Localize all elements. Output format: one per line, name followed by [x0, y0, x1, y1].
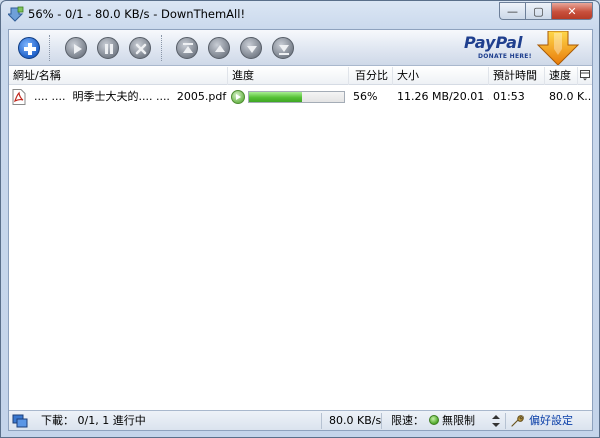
size-cell: 11.26 MB/20.01 ...	[397, 90, 489, 103]
percent-cell: 56%	[353, 90, 378, 103]
cancel-button[interactable]	[129, 37, 151, 59]
network-icon	[12, 414, 28, 428]
paypal-donate-button[interactable]: PayPal DONATE HERE!	[456, 31, 584, 65]
speed-status: 80.0 KB/s	[329, 414, 382, 427]
progress-bar	[248, 91, 345, 103]
plus-icon	[24, 43, 36, 55]
limit-status-icon	[429, 415, 439, 425]
maximize-button[interactable]: ▢	[525, 2, 551, 20]
add-download-button[interactable]	[18, 37, 40, 59]
speed-cell: 80.0 K...	[549, 90, 591, 103]
column-percent[interactable]: 百分比	[349, 67, 393, 85]
move-bottom-button[interactable]	[272, 37, 294, 59]
column-progress[interactable]: 進度	[228, 67, 349, 85]
resume-button[interactable]	[65, 37, 87, 59]
main-panel: PayPal DONATE HERE! 網址/名稱 進度 百分比 大小 預計時間…	[8, 29, 593, 431]
move-down-icon	[247, 46, 257, 53]
paypal-donate-label: DONATE HERE!	[478, 53, 532, 60]
file-name: .... .... 明季士大夫的.... .... 2005.pdf	[34, 90, 227, 103]
close-button[interactable]: ✕	[551, 2, 593, 20]
title-bar[interactable]: 56% - 0/1 - 80.0 KB/s - DownThemAll! — ▢…	[1, 1, 599, 29]
column-eta[interactable]: 預計時間	[489, 67, 545, 85]
limit-control[interactable]: 無限制	[429, 411, 475, 431]
move-top-button[interactable]	[176, 37, 198, 59]
toolbar-separator	[49, 35, 50, 61]
toolbar-separator	[161, 35, 162, 61]
donate-arrow-icon	[536, 31, 580, 65]
toolbar: PayPal DONATE HERE!	[9, 30, 592, 66]
progress-cell	[231, 88, 349, 106]
eta-cell: 01:53	[493, 90, 525, 103]
downloads-status: 下載： 0/1, 1 進行中	[41, 414, 146, 427]
table-row[interactable]: .... .... 明季士大夫的.... .... 2005.pdf 56% 1…	[9, 88, 592, 106]
move-up-icon	[215, 45, 225, 52]
column-name[interactable]: 網址/名稱	[9, 67, 228, 85]
column-speed[interactable]: 速度	[545, 67, 578, 85]
limit-value: 無限制	[442, 414, 475, 427]
status-separator	[505, 413, 506, 429]
x-icon	[135, 43, 147, 55]
limit-stepper[interactable]	[491, 413, 501, 429]
wrench-icon	[511, 415, 524, 427]
limit-label: 限速：	[391, 414, 424, 427]
window-title: 56% - 0/1 - 80.0 KB/s - DownThemAll!	[28, 7, 246, 21]
play-icon	[74, 44, 82, 54]
pause-icon	[105, 44, 113, 54]
downloading-status-icon	[231, 90, 245, 104]
move-bottom-icon	[279, 45, 289, 55]
move-up-button[interactable]	[208, 37, 230, 59]
table-header: 網址/名稱 進度 百分比 大小 預計時間 速度	[9, 67, 592, 85]
pause-button[interactable]	[97, 37, 119, 59]
move-down-button[interactable]	[240, 37, 262, 59]
status-bar: 下載： 0/1, 1 進行中 80.0 KB/s 限速： 無限制 偏好設定	[9, 410, 592, 430]
app-window: 56% - 0/1 - 80.0 KB/s - DownThemAll! — ▢…	[0, 0, 600, 438]
name-cell: .... .... 明季士大夫的.... .... 2005.pdf	[9, 88, 228, 106]
minimize-button[interactable]: —	[499, 2, 525, 20]
move-top-icon	[183, 43, 193, 53]
status-separator	[321, 413, 322, 429]
column-picker-icon[interactable]	[580, 70, 590, 81]
progress-bar-fill	[249, 92, 303, 102]
pdf-file-icon	[12, 89, 26, 105]
column-size[interactable]: 大小	[393, 67, 489, 85]
paypal-logo: PayPal	[464, 33, 523, 52]
preferences-link[interactable]: 偏好設定	[529, 411, 573, 431]
status-separator	[381, 413, 382, 429]
downthemall-icon	[8, 6, 24, 22]
